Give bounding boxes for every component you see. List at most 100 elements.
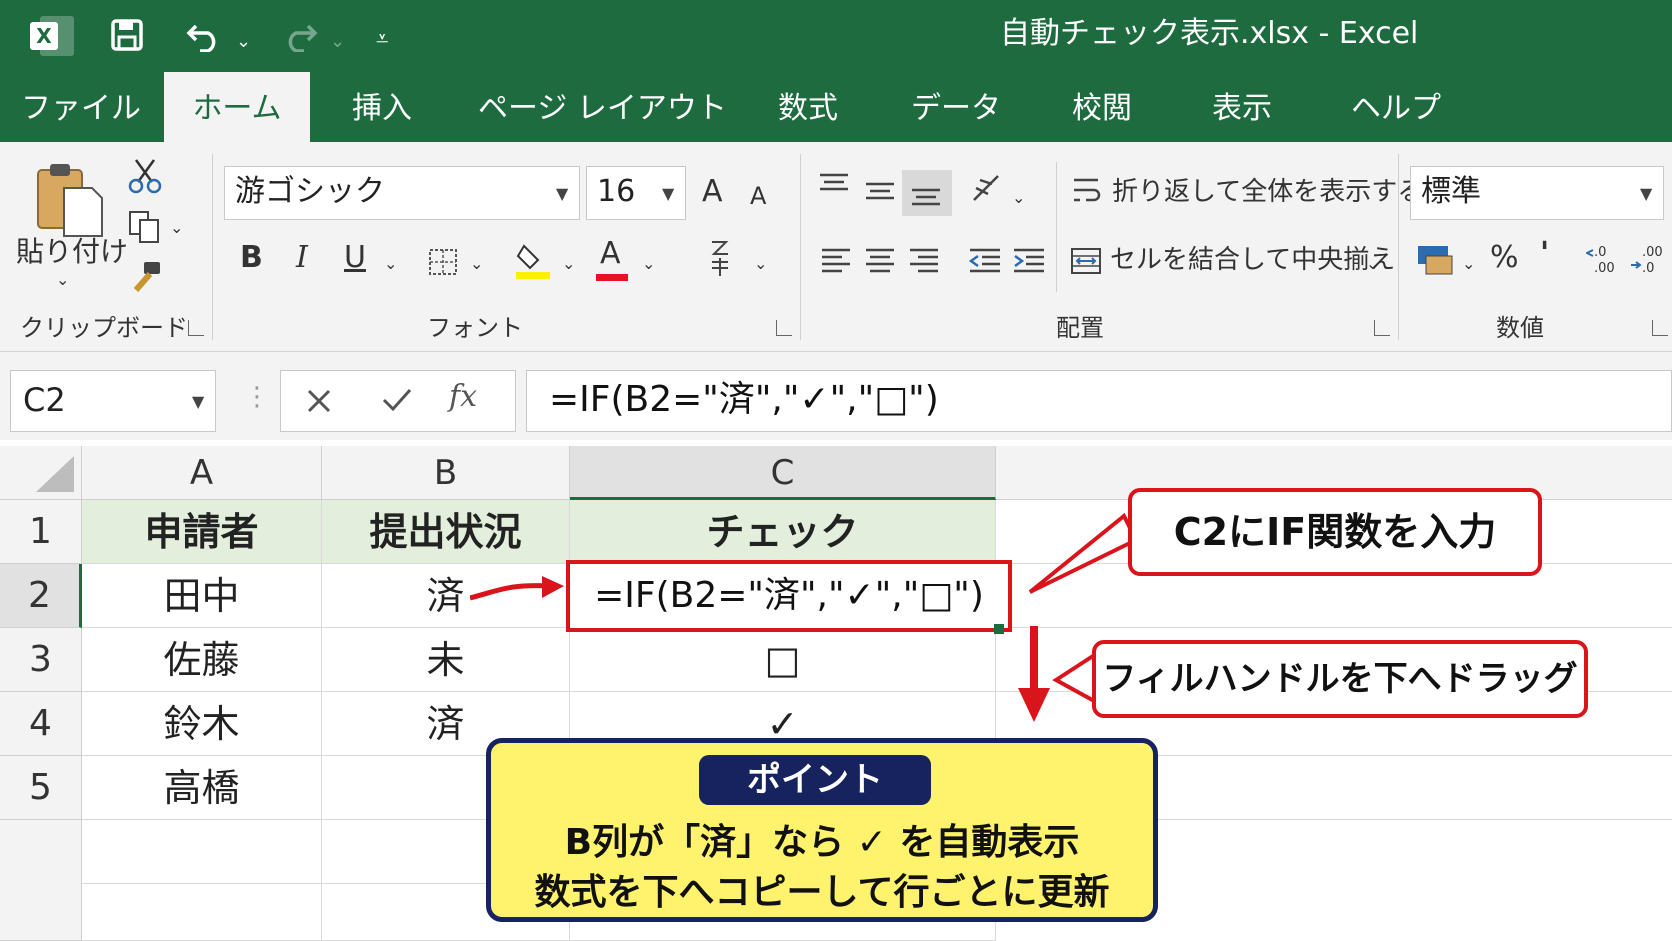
cell-a3[interactable]: 佐藤	[82, 628, 322, 692]
increase-indent-icon[interactable]	[1012, 246, 1046, 276]
cancel-icon[interactable]	[305, 387, 333, 415]
copy-icon[interactable]	[128, 210, 162, 244]
align-right-icon[interactable]	[908, 246, 940, 276]
font-size-dropdown-icon[interactable]: ▼	[662, 184, 674, 203]
tab-help[interactable]: ヘルプ	[1336, 72, 1456, 142]
tab-file[interactable]: ファイル	[16, 72, 146, 142]
tab-review[interactable]: 校閲	[1054, 72, 1150, 142]
row-header-4[interactable]: 4	[0, 692, 82, 756]
excel-logo-letter: X	[36, 24, 52, 48]
percent-style-button[interactable]: %	[1490, 238, 1519, 278]
row-header-2[interactable]: 2	[0, 564, 82, 628]
accounting-dropdown-icon[interactable]: ⌄	[1462, 244, 1475, 284]
name-box[interactable]: C2	[10, 370, 216, 432]
row-header-empty	[0, 820, 82, 941]
fill-color-icon[interactable]	[514, 240, 554, 280]
italic-button[interactable]: I	[296, 238, 308, 278]
insert-function-icon[interactable]: fx	[449, 379, 477, 414]
divider	[1056, 162, 1057, 292]
tab-view[interactable]: 表示	[1194, 72, 1290, 142]
font-color-dropdown-icon[interactable]: ⌄	[642, 244, 655, 284]
excel-logo-icon[interactable]: X	[28, 14, 76, 58]
customize-toolbar-icon[interactable]: ⩡	[376, 20, 388, 60]
formula-bar-splitter-icon[interactable]: ⋮	[244, 382, 270, 412]
divider	[1398, 154, 1399, 340]
align-left-icon[interactable]	[820, 246, 852, 276]
phonetic-guide-icon[interactable]	[706, 238, 734, 278]
wrap-text-button[interactable]: 折り返して全体を表示する	[1112, 174, 1423, 210]
tab-home[interactable]: ホーム	[164, 72, 310, 142]
alignment-launcher-icon[interactable]	[1374, 320, 1390, 336]
formula-input[interactable]: =IF(B2="済","✓","□")	[526, 370, 1672, 432]
font-color-button[interactable]: A	[600, 234, 621, 274]
row-header-3[interactable]: 3	[0, 628, 82, 692]
point-line-1: B列が「済」なら ✓ を自動表示	[564, 822, 1080, 863]
merge-center-icon[interactable]	[1070, 246, 1102, 276]
orientation-icon[interactable]	[970, 170, 1006, 206]
cell-empty[interactable]	[82, 884, 322, 941]
grow-font-button[interactable]: A	[702, 172, 723, 212]
font-name-select[interactable]: 游ゴシック	[224, 166, 580, 220]
underline-dropdown-icon[interactable]: ⌄	[384, 244, 397, 284]
format-painter-icon[interactable]	[128, 260, 164, 294]
number-launcher-icon[interactable]	[1652, 320, 1668, 336]
phonetic-dropdown-icon[interactable]: ⌄	[754, 244, 767, 284]
orientation-dropdown-icon[interactable]: ⌄	[1012, 178, 1025, 218]
cut-icon[interactable]	[128, 158, 162, 194]
name-box-dropdown-icon[interactable]: ▼	[192, 392, 204, 411]
number-group-label: 数値	[1496, 314, 1544, 342]
align-bottom-icon	[912, 188, 940, 206]
row-header-1[interactable]: 1	[0, 500, 82, 564]
paste-label[interactable]: 貼り付け	[16, 234, 128, 270]
font-name-dropdown-icon[interactable]: ▼	[556, 184, 568, 203]
underline-button[interactable]: U	[344, 238, 366, 278]
tab-formulas[interactable]: 数式	[760, 72, 856, 142]
svg-text:.00: .00	[1594, 261, 1615, 276]
bold-button[interactable]: B	[240, 238, 263, 278]
select-all-button[interactable]	[0, 446, 82, 500]
cell-empty[interactable]	[82, 820, 322, 884]
cell-a2[interactable]: 田中	[82, 564, 322, 628]
align-center-icon[interactable]	[864, 246, 896, 276]
column-header-a[interactable]: A	[82, 446, 322, 500]
undo-icon[interactable]	[186, 18, 224, 52]
save-icon[interactable]	[110, 18, 144, 52]
cell-a5[interactable]: 高橋	[82, 756, 322, 820]
align-top-icon[interactable]	[818, 172, 850, 200]
redo-icon[interactable]	[280, 18, 318, 52]
formula-bar-area: C2 ▼ ⋮ fx =IF(B2="済","✓","□")	[0, 352, 1672, 440]
paste-icon[interactable]	[34, 160, 106, 240]
comma-style-button[interactable]: '	[1540, 234, 1549, 274]
tab-page-layout[interactable]: ページ レイアウト	[478, 72, 727, 142]
clipboard-launcher-icon[interactable]	[188, 320, 204, 336]
undo-dropdown-icon[interactable]: ⌄	[236, 22, 251, 62]
decrease-decimal-icon[interactable]: .00 .0	[1630, 242, 1666, 276]
enter-icon[interactable]	[381, 385, 413, 415]
accounting-format-icon[interactable]	[1416, 242, 1456, 276]
cell-a1[interactable]: 申請者	[82, 500, 322, 564]
align-middle-icon[interactable]	[864, 178, 896, 206]
copy-dropdown-icon[interactable]: ⌄	[170, 208, 183, 248]
font-launcher-icon[interactable]	[776, 320, 792, 336]
row-header-5[interactable]: 5	[0, 756, 82, 820]
tab-insert[interactable]: 挿入	[334, 72, 430, 142]
increase-decimal-icon[interactable]: .0 .00	[1586, 242, 1620, 276]
tab-data[interactable]: データ	[900, 72, 1012, 142]
paste-dropdown-icon[interactable]: ⌄	[56, 260, 69, 300]
wrap-text-icon[interactable]	[1072, 176, 1102, 208]
ribbon-tabs: ファイル ホーム 挿入 ページ レイアウト 数式 データ 校閲 表示 ヘルプ	[0, 72, 1672, 142]
cell-a4[interactable]: 鈴木	[82, 692, 322, 756]
svg-text:.00: .00	[1642, 245, 1663, 260]
merge-center-dropdown-icon[interactable]: ⌄	[1366, 244, 1379, 284]
borders-dropdown-icon[interactable]: ⌄	[470, 244, 483, 284]
point-box: ポイント B列が「済」なら ✓ を自動表示 数式を下へコピーして行ごとに更新	[486, 738, 1158, 922]
redo-dropdown-icon[interactable]: ⌄	[330, 22, 345, 62]
decrease-indent-icon[interactable]	[968, 246, 1002, 276]
number-format-dropdown-icon[interactable]: ▼	[1640, 184, 1652, 203]
align-bottom-button[interactable]	[902, 170, 952, 216]
fill-color-dropdown-icon[interactable]: ⌄	[562, 244, 575, 284]
number-format-select[interactable]: 標準	[1410, 166, 1664, 220]
merge-center-button[interactable]: セルを結合して中央揃え	[1110, 242, 1395, 278]
borders-icon[interactable]	[428, 248, 458, 276]
shrink-font-button[interactable]: A	[750, 176, 766, 216]
